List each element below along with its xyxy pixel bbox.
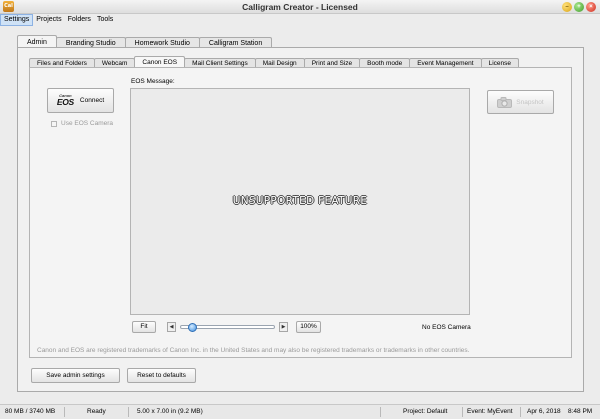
use-eos-camera-option: Use EOS Camera xyxy=(51,120,113,127)
zoom-slider-track[interactable] xyxy=(180,323,275,332)
zoom-slider[interactable]: ◀ ▶ xyxy=(167,322,288,332)
use-eos-camera-label: Use EOS Camera xyxy=(61,120,114,127)
menu-bar: Settings Projects Folders Tools xyxy=(0,14,600,26)
status-project: Project: Default xyxy=(403,408,448,415)
maximize-icon[interactable]: + xyxy=(574,2,584,12)
zoom-slider-thumb[interactable] xyxy=(188,323,197,332)
status-date: Apr 6, 2018 xyxy=(527,408,561,415)
status-state: Ready xyxy=(87,408,106,415)
menu-folders[interactable]: Folders xyxy=(65,14,94,26)
unsupported-feature-text: UNSUPPORTED FEATURE xyxy=(232,195,368,207)
menu-tools[interactable]: Tools xyxy=(94,14,116,26)
title-bar: Cal Calligram Creator - Licensed – + × xyxy=(0,0,600,14)
eos-message-label: EOS Message: xyxy=(131,78,175,85)
zoom-percent-button[interactable]: 100% xyxy=(296,321,321,333)
slider-left-arrow-icon[interactable]: ◀ xyxy=(167,322,176,332)
menu-projects[interactable]: Projects xyxy=(33,14,64,26)
eos-live-view: UNSUPPORTED FEATURE xyxy=(130,88,470,315)
reset-to-defaults-button[interactable]: Reset to defaults xyxy=(127,368,196,383)
snapshot-button[interactable]: Snapshot xyxy=(487,90,554,114)
connect-label: Connect xyxy=(79,97,105,104)
close-icon[interactable]: × xyxy=(586,2,596,12)
snapshot-label: Snapshot xyxy=(516,98,544,106)
trademark-notice: Canon and EOS are registered trademarks … xyxy=(37,347,470,354)
status-print-size: 5.00 x 7.00 in (9.2 MB) xyxy=(137,408,203,415)
use-eos-camera-checkbox[interactable] xyxy=(51,120,57,127)
eos-connect-button[interactable]: Canon EOS Connect xyxy=(47,88,114,113)
fit-button[interactable]: Fit xyxy=(132,321,156,333)
canon-eos-logo: Canon EOS xyxy=(56,93,74,108)
status-bar: 80 MB / 3740 MB Ready 5.00 x 7.00 in (9.… xyxy=(0,404,600,419)
menu-settings[interactable]: Settings xyxy=(0,14,34,26)
status-time: 8:48 PM xyxy=(568,408,593,415)
slider-right-arrow-icon[interactable]: ▶ xyxy=(279,322,288,332)
eos-status-text: No EOS Camera xyxy=(422,324,471,331)
status-event: Event: MyEvent xyxy=(467,408,513,415)
camera-icon xyxy=(497,96,513,108)
minimize-icon[interactable]: – xyxy=(562,2,572,12)
status-memory: 80 MB / 3740 MB xyxy=(5,408,56,415)
save-admin-settings-button[interactable]: Save admin settings xyxy=(31,368,120,383)
window-title: Calligram Creator - Licensed xyxy=(242,2,358,12)
